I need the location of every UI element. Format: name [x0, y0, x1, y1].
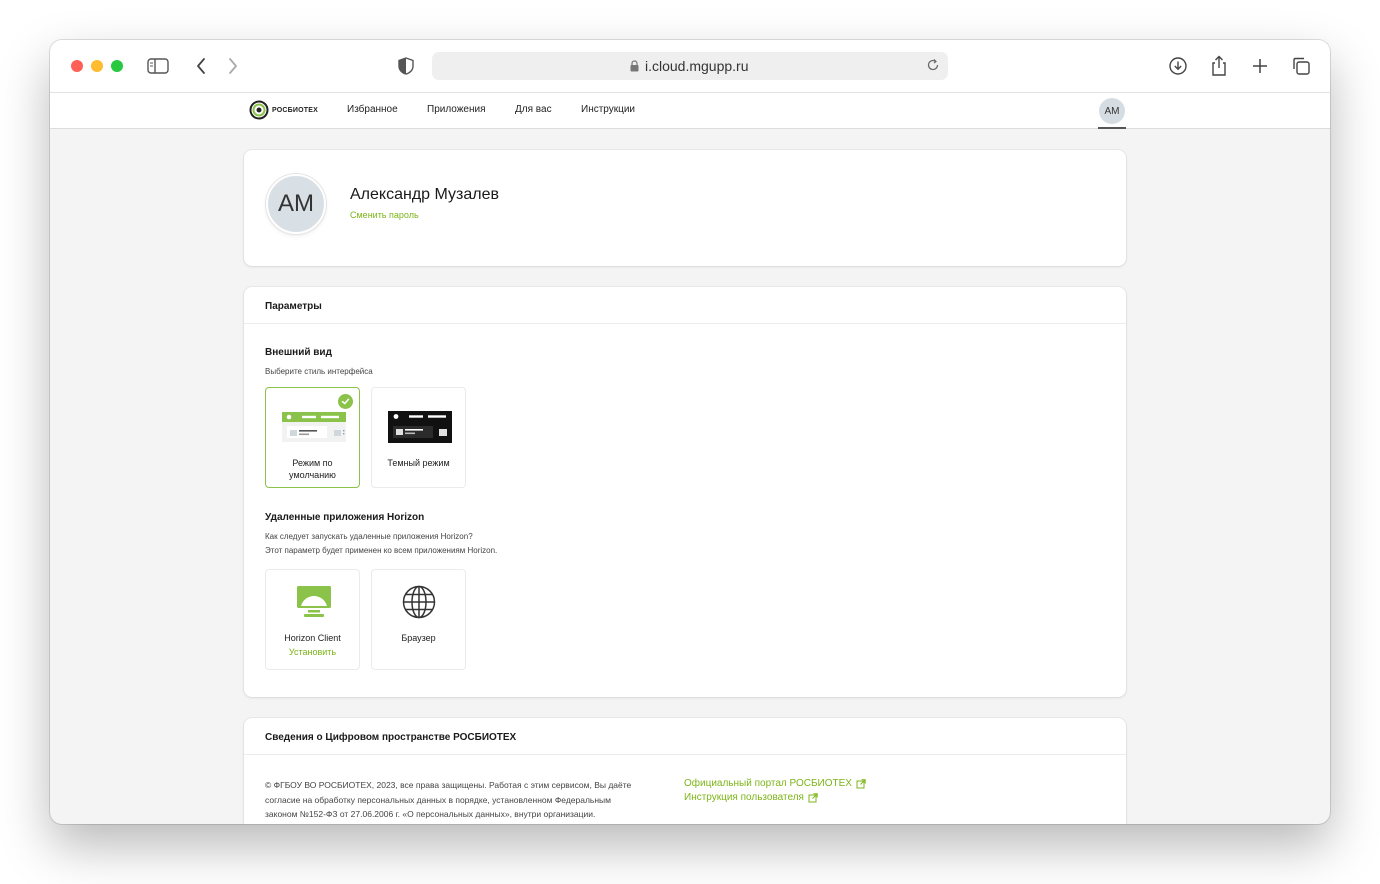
site-header: РОСБИОТЕХ Избранное Приложения Для вас И… — [50, 93, 1330, 129]
browser-option-label: Браузер — [401, 633, 436, 643]
theme-option-dark-label: Темный режим — [387, 458, 450, 468]
info-card: Сведения о Цифровом пространстве РОСБИОТ… — [244, 718, 1126, 824]
browser-toolbar: i.cloud.mgupp.ru — [50, 40, 1330, 93]
privacy-shield-icon[interactable] — [394, 54, 418, 78]
browser-window: i.cloud.mgupp.ru РОСБИОТЕХ Избранное При… — [50, 40, 1330, 824]
light-theme-preview-icon — [282, 412, 346, 442]
official-portal-link[interactable]: Официальный портал РОСБИОТЕХ — [684, 778, 866, 789]
tab-overview-icon[interactable] — [1289, 54, 1313, 78]
dark-theme-preview-icon — [388, 411, 452, 443]
logo-text: РОСБИОТЕХ — [272, 106, 318, 114]
divider — [244, 323, 1126, 324]
url-text: i.cloud.mgupp.ru — [645, 58, 749, 74]
horizon-title: Удаленные приложения Horizon — [265, 512, 425, 523]
zoom-window-button[interactable] — [111, 60, 123, 72]
info-title: Сведения о Цифровом пространстве РОСБИОТ… — [265, 732, 517, 743]
sidebar-toggle-icon[interactable] — [146, 54, 170, 78]
horizon-option-client[interactable]: Horizon Client Установить — [265, 569, 360, 670]
globe-icon — [402, 585, 436, 619]
horizon-client-label: Horizon Client — [284, 633, 341, 643]
reload-icon[interactable] — [926, 58, 940, 77]
avatar-active-indicator — [1098, 127, 1126, 129]
divider — [244, 754, 1126, 755]
appearance-description: Выберите стиль интерфейса — [265, 367, 373, 376]
copyright-line-3: законом №152-ФЗ от 27.06.2006 г. «О перс… — [265, 809, 596, 819]
theme-option-default-label-2: умолчанию — [289, 470, 336, 480]
copyright-text: © ФГБОУ ВО РОСБИОТЕХ, 2023, все права за… — [265, 778, 665, 822]
horizon-description-1: Как следует запускать удаленные приложен… — [265, 532, 473, 541]
horizon-description-2: Этот параметр будет применен ко всем при… — [265, 546, 498, 555]
profile-name: Александр Музалев — [350, 186, 499, 203]
nav-applications[interactable]: Приложения — [427, 104, 486, 115]
profile-avatar: AM — [266, 174, 326, 234]
install-link[interactable]: Установить — [266, 647, 359, 657]
forward-icon[interactable] — [221, 54, 245, 78]
copyright-line-2: согласие на обработку персональных данны… — [265, 794, 611, 805]
profile-card: AM Александр Музалев Сменить пароль — [244, 150, 1126, 266]
appearance-title: Внешний вид — [265, 347, 332, 358]
parameters-card: Параметры Внешний вид Выберите стиль инт… — [244, 287, 1126, 697]
theme-option-dark[interactable]: Темный режим — [371, 387, 466, 488]
official-portal-link-label: Официальный портал РОСБИОТЕХ — [684, 778, 852, 789]
horizon-client-icon — [297, 586, 331, 617]
address-bar[interactable]: i.cloud.mgupp.ru — [432, 52, 948, 80]
selected-check-icon — [338, 394, 353, 409]
parameters-title: Параметры — [265, 301, 322, 312]
lock-icon — [630, 59, 639, 77]
nav-for-you[interactable]: Для вас — [515, 104, 552, 115]
user-guide-link-label: Инструкция пользователя — [684, 792, 804, 803]
theme-option-default-label-1: Режим по — [292, 458, 333, 468]
back-icon[interactable] — [189, 54, 213, 78]
site-logo[interactable]: РОСБИОТЕХ — [249, 100, 318, 120]
user-guide-link[interactable]: Инструкция пользователя — [684, 792, 818, 803]
close-window-button[interactable] — [71, 60, 83, 72]
share-icon[interactable] — [1207, 54, 1231, 78]
new-tab-icon[interactable] — [1248, 54, 1272, 78]
horizon-option-browser[interactable]: Браузер — [371, 569, 466, 670]
nav-instructions[interactable]: Инструкции — [581, 104, 635, 115]
logo-emblem-icon — [249, 100, 269, 120]
nav-favorites[interactable]: Избранное — [347, 104, 398, 115]
copyright-line-1: © ФГБОУ ВО РОСБИОТЕХ, 2023, все права за… — [265, 780, 632, 790]
downloads-icon[interactable] — [1166, 54, 1190, 78]
theme-option-default[interactable]: Режим по умолчанию — [265, 387, 360, 488]
change-password-link[interactable]: Сменить пароль — [350, 210, 419, 220]
external-link-icon — [856, 778, 866, 788]
external-link-icon — [808, 792, 818, 802]
minimize-window-button[interactable] — [91, 60, 103, 72]
user-avatar[interactable]: AM — [1099, 98, 1125, 124]
